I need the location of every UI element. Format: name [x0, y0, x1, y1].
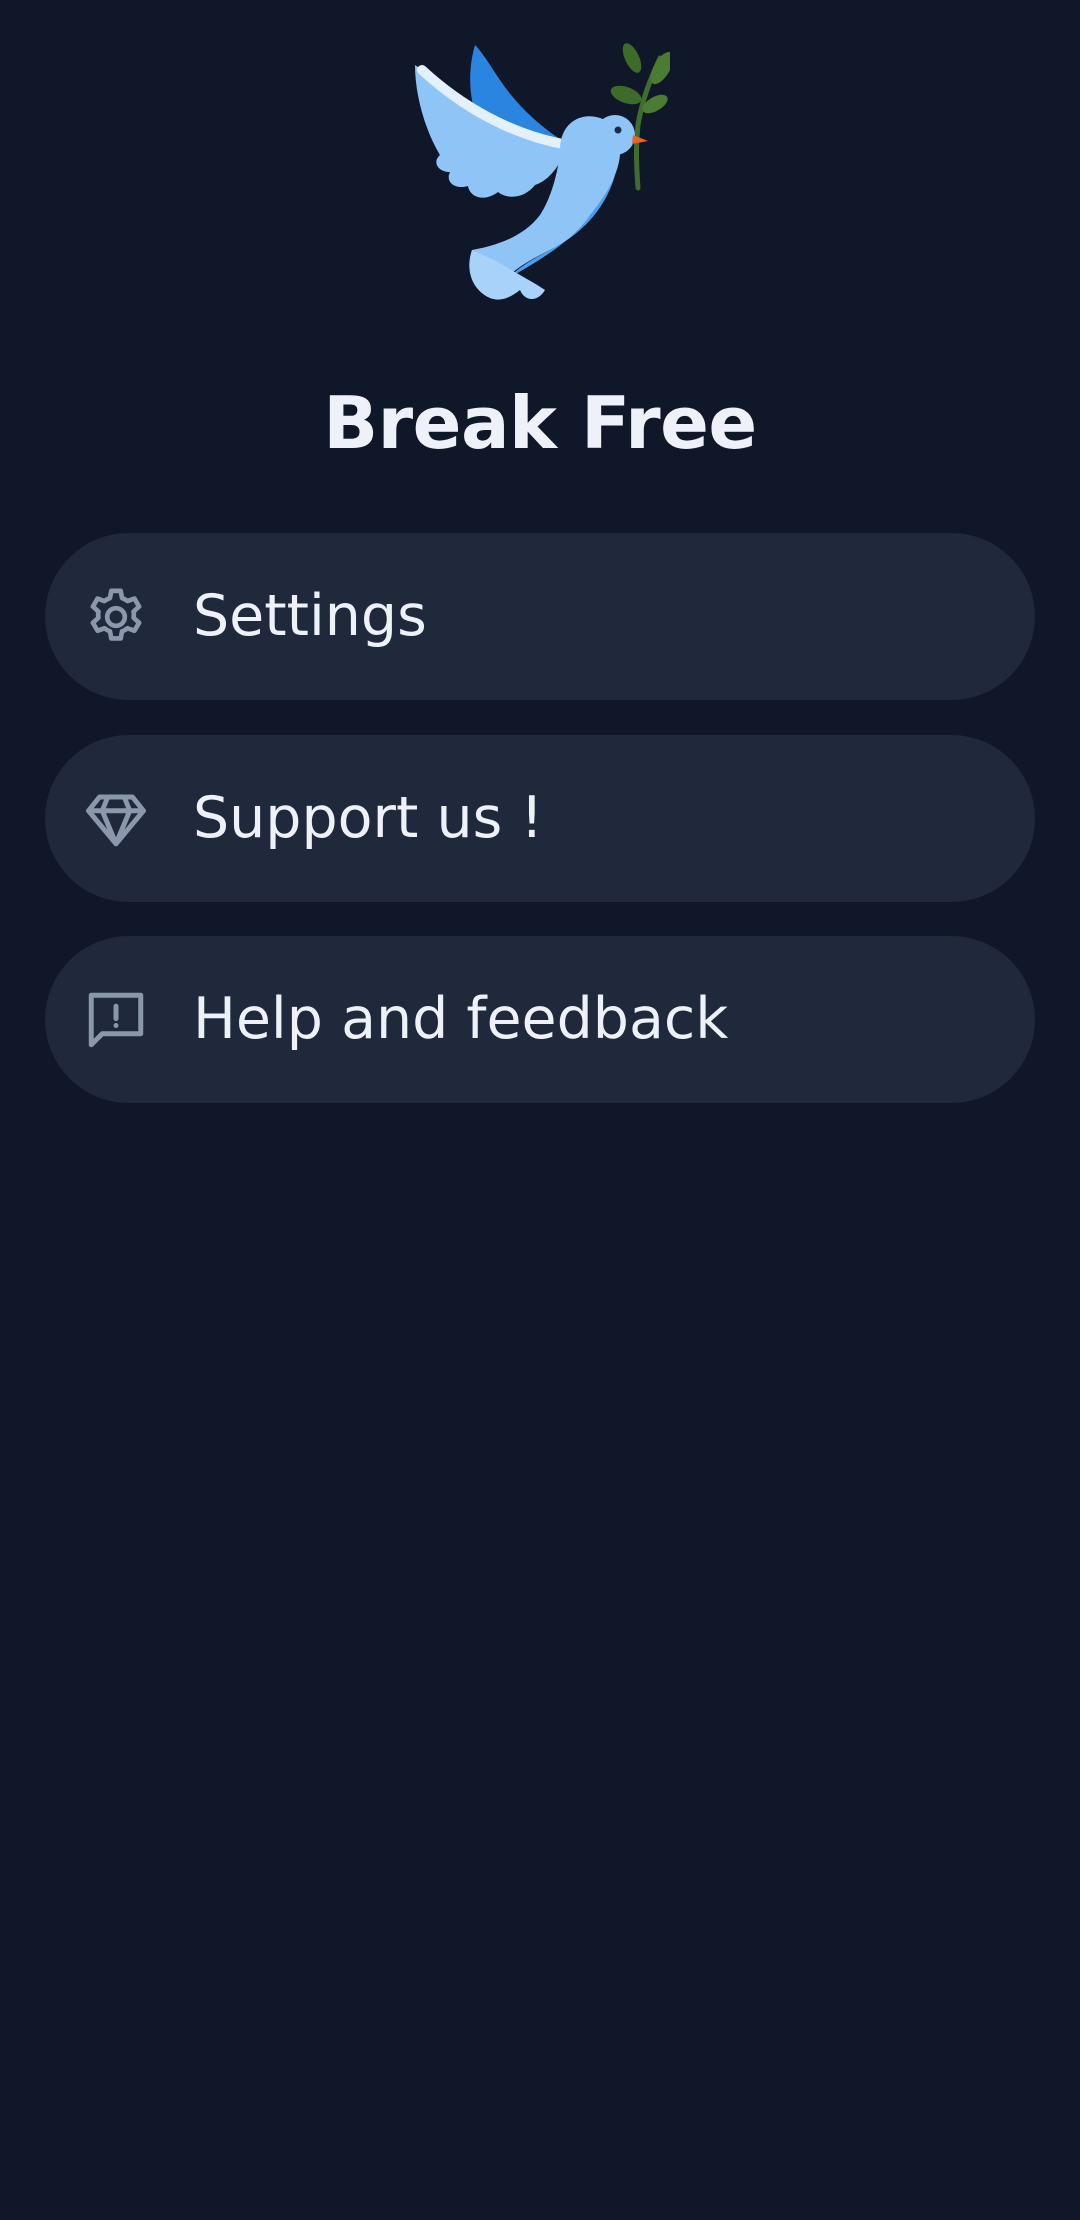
settings-button[interactable]: Settings — [45, 533, 1035, 700]
gear-icon — [83, 584, 149, 650]
help-and-feedback-button[interactable]: Help and feedback — [45, 936, 1035, 1103]
app-logo — [410, 40, 670, 320]
support-us-label: Support us ! — [193, 785, 544, 851]
app-title: Break Free — [323, 381, 757, 465]
dove-with-olive-branch-icon — [415, 43, 670, 300]
feedback-icon — [83, 987, 149, 1053]
support-us-button[interactable]: Support us ! — [45, 735, 1035, 902]
settings-label: Settings — [193, 583, 427, 649]
diamond-icon — [83, 786, 149, 852]
help-and-feedback-label: Help and feedback — [193, 986, 729, 1052]
